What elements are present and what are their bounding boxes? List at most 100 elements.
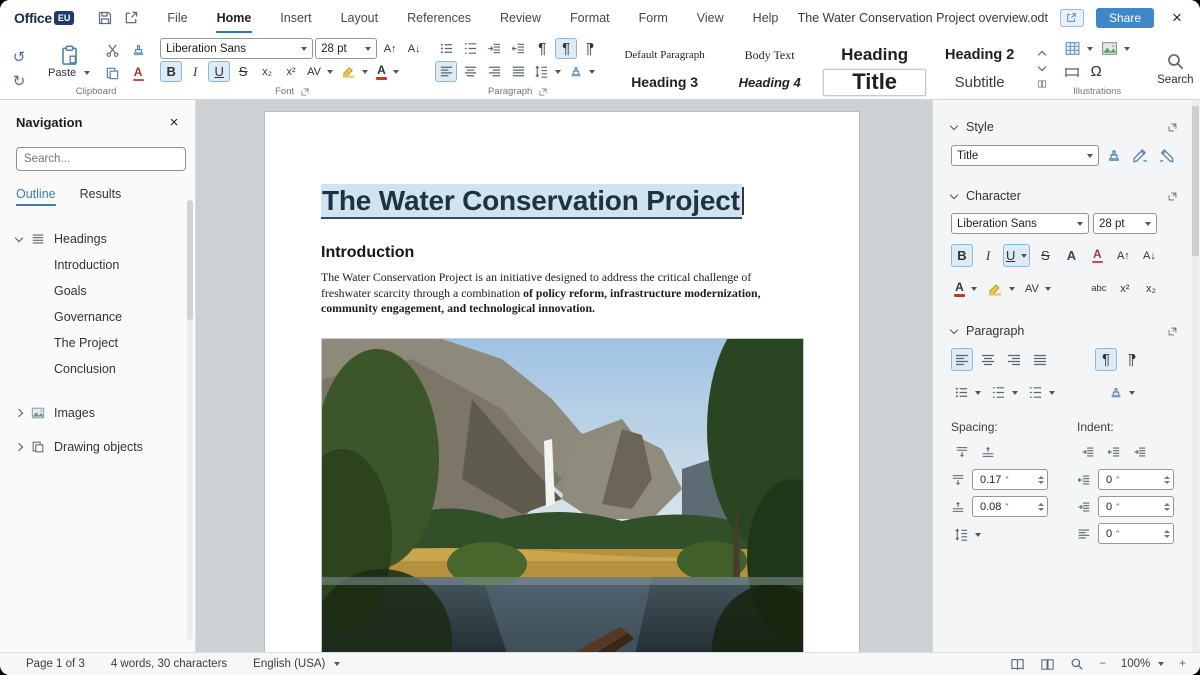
clone-formatting-icon[interactable]	[126, 40, 150, 61]
menu-layout[interactable]: Layout	[340, 3, 380, 33]
paste-button[interactable]: Paste	[42, 43, 96, 80]
sidebar-outline-numbering-dropdown[interactable]	[1025, 381, 1058, 404]
styles-scroll-down-icon[interactable]	[1034, 62, 1050, 76]
menu-form[interactable]: Form	[638, 3, 669, 33]
sidebar-ltr-icon[interactable]: ¶	[1095, 348, 1117, 371]
menu-home[interactable]: Home	[216, 3, 253, 33]
character-dialog-launcher-icon[interactable]	[1167, 191, 1178, 202]
tree-item-the-project[interactable]: The Project	[16, 330, 185, 356]
clone-formatting-icon[interactable]	[1103, 144, 1125, 167]
book-view-icon[interactable]	[1010, 657, 1025, 672]
decrease-indent-icon[interactable]	[507, 38, 529, 59]
sidebar-scrollbar[interactable]	[1192, 100, 1199, 652]
indent-increase-icon[interactable]	[1077, 440, 1099, 463]
navigation-close-icon[interactable]: ×	[163, 114, 185, 131]
styles-panel-icon[interactable]	[1034, 77, 1050, 91]
zoom-level[interactable]: 100%	[1121, 658, 1164, 670]
zoom-out-icon[interactable]: −	[1099, 658, 1106, 670]
save-icon[interactable]	[92, 7, 118, 29]
menu-file[interactable]: File	[166, 3, 188, 33]
close-icon[interactable]: ×	[1166, 8, 1188, 28]
styles-scroll-up-icon[interactable]	[1034, 47, 1050, 61]
sidebar-font-color-dropdown[interactable]: A	[951, 277, 980, 300]
document-section-heading[interactable]: Introduction	[321, 244, 805, 262]
space-above-spinner[interactable]: 0.17"	[972, 469, 1048, 490]
word-count[interactable]: 4 words, 30 characters	[111, 658, 227, 670]
indent-decrease-icon[interactable]	[1103, 440, 1125, 463]
menu-insert[interactable]: Insert	[279, 3, 312, 33]
increase-spacing-icon[interactable]	[951, 440, 973, 463]
hanging-indent-icon[interactable]	[1129, 440, 1151, 463]
sidebar-align-left-icon[interactable]	[951, 348, 973, 371]
menu-help[interactable]: Help	[752, 3, 780, 33]
bullets-icon[interactable]	[435, 38, 457, 59]
style-body-text[interactable]: Body Text	[718, 42, 821, 69]
sidebar-numbering-dropdown[interactable]	[988, 381, 1021, 404]
undo-icon[interactable]: ↺	[8, 47, 30, 67]
menu-references[interactable]: References	[406, 3, 472, 33]
menu-format[interactable]: Format	[569, 3, 611, 33]
pop-out-icon[interactable]	[1060, 9, 1084, 27]
ltr-direction-icon[interactable]: ¶	[555, 38, 577, 59]
sidebar-subscript-button[interactable]: x₂	[1140, 277, 1162, 300]
sidebar-grow-font-icon[interactable]: A↑	[1112, 244, 1134, 267]
copy-icon[interactable]	[100, 63, 124, 84]
document-heading-title[interactable]: The Water Conservation Project	[321, 184, 742, 219]
sidebar-superscript-button[interactable]: x²	[1114, 277, 1136, 300]
document-paragraph[interactable]: The Water Conservation Project is an ini…	[321, 270, 777, 317]
style-heading-2[interactable]: Heading 2	[928, 42, 1031, 69]
style-section-collapse-icon[interactable]	[950, 121, 958, 129]
tree-node-images[interactable]: Images	[16, 400, 185, 426]
style-heading-3[interactable]: Heading 3	[613, 69, 716, 96]
insert-table-dropdown[interactable]	[1061, 38, 1096, 59]
chevron-down-icon[interactable]	[15, 233, 23, 241]
chevron-right-icon[interactable]	[15, 409, 23, 417]
paragraph-section-collapse-icon[interactable]	[950, 325, 958, 333]
sidebar-line-spacing-dropdown[interactable]	[951, 523, 984, 546]
rtl-direction-icon[interactable]: ¶	[579, 38, 601, 59]
sidebar-font-name-combo[interactable]: Liberation Sans	[951, 213, 1089, 234]
share-button[interactable]: Share	[1096, 8, 1154, 28]
tree-item-introduction[interactable]: Introduction	[16, 252, 185, 278]
style-heading-4[interactable]: Heading 4	[718, 69, 821, 96]
font-size-combo[interactable]: 28 pt	[315, 38, 377, 59]
indent-after-spinner[interactable]: 0"	[1098, 496, 1174, 517]
paragraph-style-combo[interactable]: Title	[951, 145, 1099, 166]
sidebar-char-spacing-dropdown[interactable]: AV	[1022, 277, 1054, 300]
sidebar-font-size-combo[interactable]: 28 pt	[1093, 213, 1157, 234]
justify-icon[interactable]	[507, 61, 529, 82]
multipage-view-icon[interactable]	[1040, 657, 1055, 672]
sidebar-bullets-dropdown[interactable]	[951, 381, 984, 404]
sidebar-paragraph-background-dropdown[interactable]	[1106, 381, 1138, 404]
align-left-icon[interactable]	[435, 61, 457, 82]
zoom-in-icon[interactable]: +	[1179, 658, 1186, 670]
export-icon[interactable]	[118, 7, 144, 29]
numbering-icon[interactable]	[459, 38, 481, 59]
indent-before-spinner[interactable]: 0"	[1098, 469, 1174, 490]
sidebar-strikethrough-button[interactable]: S	[1034, 244, 1056, 267]
tree-node-drawing-objects[interactable]: Drawing objects	[16, 434, 185, 460]
line-spacing-dropdown[interactable]	[531, 61, 564, 82]
insert-image-dropdown[interactable]	[1098, 38, 1133, 59]
uppercase-icon[interactable]: A	[1060, 244, 1082, 267]
sidebar-shrink-font-icon[interactable]: A↓	[1138, 244, 1160, 267]
strikethrough-button[interactable]: S	[232, 61, 254, 82]
tree-item-conclusion[interactable]: Conclusion	[16, 356, 185, 382]
style-dialog-launcher-icon[interactable]	[1167, 122, 1178, 133]
space-below-spinner[interactable]: 0.08"	[972, 496, 1048, 517]
font-color-dropdown[interactable]: A	[373, 61, 402, 82]
clear-formatting-icon[interactable]: A	[126, 63, 150, 84]
align-right-icon[interactable]	[483, 61, 505, 82]
style-title[interactable]: Title	[823, 69, 926, 96]
sidebar-bold-button[interactable]: B	[951, 244, 973, 267]
update-style-icon[interactable]	[1129, 144, 1152, 167]
document-page[interactable]: The Water Conservation Project Introduct…	[265, 112, 859, 652]
case-switch-icon[interactable]: abc	[1088, 277, 1110, 300]
tab-outline[interactable]: Outline	[16, 187, 56, 206]
sidebar-align-center-icon[interactable]	[977, 348, 999, 371]
sidebar-align-right-icon[interactable]	[1003, 348, 1025, 371]
document-workspace[interactable]: The Water Conservation Project Introduct…	[196, 100, 932, 652]
paragraph-background-dropdown[interactable]	[566, 61, 598, 82]
underline-button[interactable]: U	[208, 61, 230, 82]
insert-frame-icon[interactable]	[1061, 61, 1083, 82]
